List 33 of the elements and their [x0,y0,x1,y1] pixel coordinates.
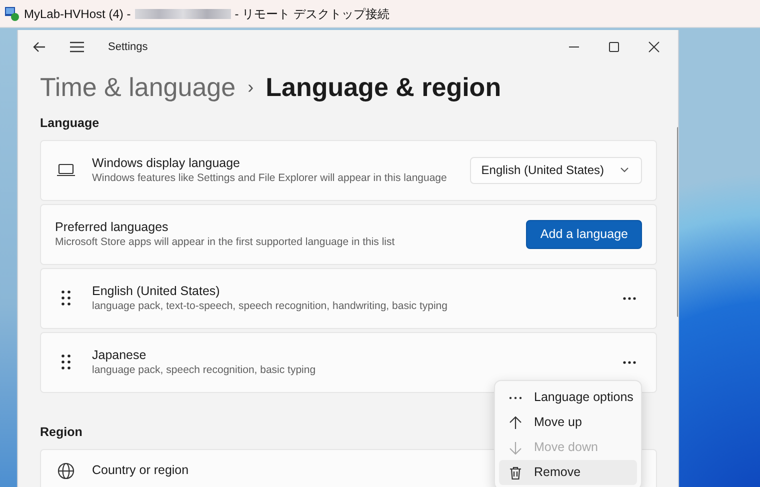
window-title: MyLab-HVHost (4) - [24,6,131,22]
menu-item[interactable]: Remove [499,460,637,485]
arrow-up-icon [509,416,522,430]
setting-description: language pack, speech recognition, basic typing [92,363,316,378]
laptop-icon [55,163,77,178]
remote-desktop-icon [4,6,20,22]
setting-title: Preferred languages [55,219,168,236]
setting-title: Japanese [92,347,146,364]
section-heading: Language [40,115,100,132]
language-dropdown[interactable]: English (United States) [470,156,642,184]
menu-item[interactable]: Language options [499,385,637,410]
page-title: Language & region [266,70,502,104]
menu-icon[interactable] [70,41,84,53]
back-icon[interactable] [32,40,46,54]
setting-description: Microsoft Store apps will appear in the first supported language in this list [55,235,395,250]
arrow-down-icon [509,440,522,454]
window-title-suffix: - リモート デスクトップ接続 [234,6,390,22]
section-heading: Region [40,424,82,441]
setting-title: Country or region [92,462,189,478]
setting-title: English (United States) [92,283,220,300]
breadcrumb-separator: › [248,76,254,98]
more-options-icon[interactable] [622,296,636,300]
chevron-down-icon [620,167,629,174]
setting-description: language pack, text-to-speech, speech recognition, handwriting, basic typing [92,299,448,314]
add-language-button[interactable]: Add a language [526,220,642,249]
trash-icon [509,466,522,480]
globe-icon [55,462,77,480]
setting-title: Windows display language [92,155,240,172]
app-title: Settings [108,40,148,55]
setting-description: Windows features like Settings and File Explorer will appear in this language [92,171,447,186]
menu-item[interactable]: Move up [499,410,637,435]
more-options-icon[interactable] [622,360,636,364]
breadcrumb-link[interactable]: Time & language [40,68,236,106]
